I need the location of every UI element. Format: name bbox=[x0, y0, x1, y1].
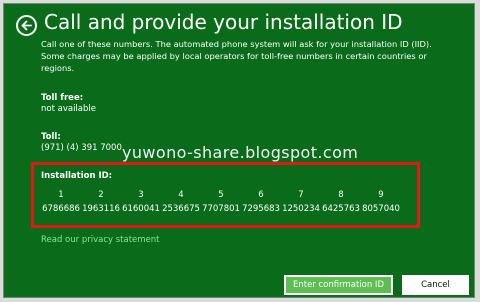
toll-free-value: not available bbox=[41, 104, 96, 114]
activation-panel: Call and provide your installation ID Ca… bbox=[3, 3, 475, 298]
iid-group-value: 6786686 bbox=[42, 204, 80, 214]
iid-group-value: 1250234 bbox=[282, 204, 320, 214]
iid-group-number: 4 bbox=[178, 190, 184, 200]
iid-group-value: 1963116 bbox=[82, 204, 120, 214]
toll-number: (971) (4) 391 7000 bbox=[41, 143, 122, 153]
installation-id-table: 1 2 3 4 5 6 7 8 9 6786686 1963116 616004… bbox=[41, 190, 401, 214]
iid-group-number: 6 bbox=[258, 190, 264, 200]
iid-group-number: 1 bbox=[58, 190, 64, 200]
installation-id-label: Installation ID: bbox=[41, 171, 113, 181]
back-arrow-icon bbox=[21, 20, 32, 31]
page-title: Call and provide your installation ID bbox=[44, 10, 403, 34]
toll-label: Toll: bbox=[41, 132, 61, 142]
iid-group-number: 8 bbox=[338, 190, 344, 200]
privacy-statement-link[interactable]: Read our privacy statement bbox=[41, 235, 160, 245]
iid-group-value: 6425763 bbox=[322, 204, 360, 214]
enter-confirmation-id-button[interactable]: Enter confirmation ID bbox=[284, 275, 393, 295]
watermark-text: yuwono-share.blogspot.com bbox=[122, 143, 359, 162]
iid-group-value: 6160041 bbox=[122, 204, 160, 214]
iid-group-value: 7707801 bbox=[202, 204, 240, 214]
iid-group-value: 8057040 bbox=[362, 204, 400, 214]
iid-group-number: 7 bbox=[298, 190, 304, 200]
iid-group-number: 9 bbox=[378, 190, 384, 200]
description-text: Call one of these numbers. The automated… bbox=[41, 39, 432, 73]
iid-group-number: 2 bbox=[98, 190, 104, 200]
iid-group-number: 5 bbox=[218, 190, 224, 200]
cancel-button[interactable]: Cancel bbox=[402, 275, 469, 295]
iid-group-value: 2536675 bbox=[162, 204, 200, 214]
toll-free-label: Toll free: bbox=[41, 93, 84, 103]
iid-group-value: 7295683 bbox=[242, 204, 280, 214]
back-button[interactable] bbox=[16, 15, 37, 36]
iid-group-number: 3 bbox=[138, 190, 144, 200]
